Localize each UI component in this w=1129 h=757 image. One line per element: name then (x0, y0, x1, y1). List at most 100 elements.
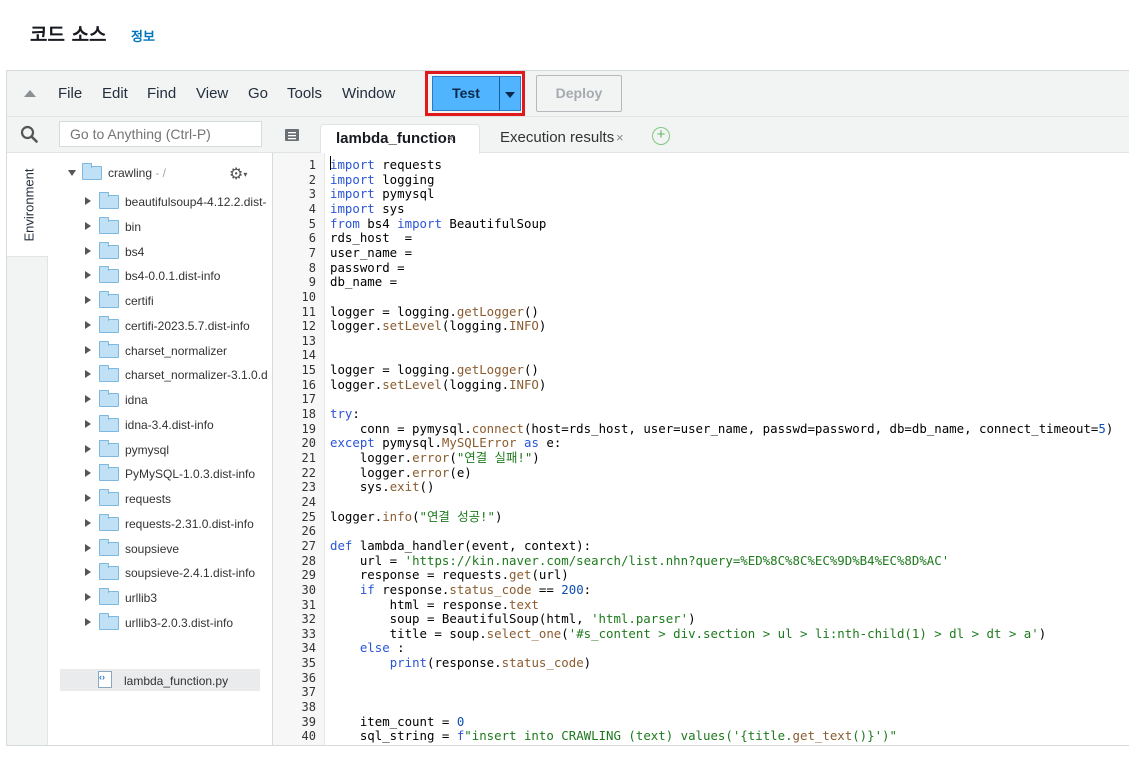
expand-right-icon[interactable] (85, 543, 91, 552)
code-line: logger.setLevel(logging.INFO) (330, 318, 547, 334)
line-number: 19 (301, 421, 316, 436)
tab-execution-results[interactable]: Execution results × (485, 124, 635, 154)
tab-lambda-function[interactable]: lambda_function × (320, 124, 480, 154)
expand-right-icon[interactable] (85, 395, 91, 403)
search-input[interactable] (59, 121, 262, 147)
tree-folder-label: bs4 (125, 244, 145, 259)
code-line: logger.error("연결 실패!") (330, 450, 540, 465)
tree-folder-item[interactable]: soupsieve (48, 538, 268, 560)
tree-folder-item[interactable]: urllib3 (48, 587, 268, 609)
environment-tab[interactable]: Environment (7, 153, 48, 257)
tree-folder-label: idna-3.4.dist-info (125, 417, 214, 432)
menu-edit[interactable]: Edit (102, 85, 128, 102)
tree-folder-label: urllib3 (125, 591, 158, 605)
code-line: sys.exit() (330, 479, 435, 495)
expand-right-icon[interactable] (85, 494, 91, 502)
expand-right-icon[interactable] (85, 345, 91, 354)
tree-folder-item[interactable]: idna (48, 389, 268, 411)
test-button[interactable]: Test (432, 76, 499, 111)
expand-right-icon[interactable] (85, 444, 91, 453)
line-number: 31 (301, 597, 316, 612)
folder-icon (99, 439, 119, 457)
expand-right-icon[interactable] (85, 246, 91, 255)
expand-right-icon[interactable] (85, 593, 91, 601)
tab-list-icon[interactable] (285, 129, 299, 141)
line-number: 13 (301, 333, 316, 348)
line-number: 29 (301, 568, 316, 583)
expand-right-icon[interactable] (85, 617, 91, 626)
folder-icon (99, 192, 119, 209)
code-line: logger.error(e) (330, 464, 472, 480)
tree-folder-item[interactable]: pymysql (48, 439, 268, 461)
code-line: logger = logging.getLogger() (330, 362, 539, 378)
expand-right-icon[interactable] (85, 568, 91, 577)
redaction-box (596, 235, 1074, 311)
tree-folder-label: bs4-0.0.1.dist-info (125, 269, 221, 284)
code-line: url = 'https://kin.naver.com/search/list… (330, 552, 950, 568)
line-number: 40 (301, 729, 316, 744)
code-line: conn = pymysql.connect(host=rds_host, us… (330, 420, 1114, 436)
line-number: 39 (301, 714, 316, 729)
folder-icon (99, 315, 119, 333)
menu-view[interactable]: View (196, 85, 228, 102)
menu-file[interactable]: File (58, 85, 82, 102)
collapse-up-icon[interactable] (24, 90, 36, 97)
search-row (7, 117, 273, 153)
tree-folder-item[interactable]: requests (48, 488, 268, 510)
deploy-button[interactable]: Deploy (536, 75, 622, 112)
line-number: 7 (308, 245, 316, 260)
expand-right-icon[interactable] (85, 320, 91, 329)
tree-folder-item[interactable]: certifi (48, 290, 268, 312)
expand-right-icon[interactable] (85, 370, 91, 379)
tree-folder-item[interactable]: beautifulsoup4-4.12.2.dist-info (48, 191, 268, 213)
expand-down-icon[interactable] (68, 170, 76, 176)
code-line: import requests (330, 157, 442, 172)
tree-folder-item[interactable]: bin (48, 216, 268, 238)
code-line: try: (330, 406, 360, 422)
tree-folder-item[interactable]: soupsieve-2.4.1.dist-info (48, 562, 268, 584)
tree-file-lambda-function[interactable]: lambda_function.py (60, 669, 260, 691)
tree-folder-item[interactable]: bs4 (48, 241, 268, 263)
tree-folder-label: charset_normalizer-3.1.0.dist-info (125, 368, 267, 383)
tree-folder-label: requests-2.31.0.dist-info (125, 516, 254, 531)
tree-folder-item[interactable]: charset_normalizer-3.1.0.dist-info (48, 364, 268, 386)
menu-go[interactable]: Go (248, 85, 268, 102)
expand-right-icon[interactable] (85, 518, 91, 527)
expand-right-icon[interactable] (85, 469, 91, 478)
tree-root-path: - / (152, 166, 167, 180)
add-tab-icon[interactable]: + (652, 127, 670, 145)
tree-folder-item[interactable]: PyMySQL-1.0.3.dist-info (48, 463, 268, 485)
expand-right-icon[interactable] (85, 197, 91, 205)
code-line: logger = logging.getLogger() (330, 303, 539, 319)
tree-folder-item[interactable]: certifi-2023.5.7.dist-info (48, 315, 268, 337)
code-line: import logging (330, 171, 435, 187)
expand-right-icon[interactable] (85, 271, 91, 280)
expand-right-icon[interactable] (85, 221, 91, 230)
line-number: 36 (301, 670, 316, 685)
line-number: 9 (308, 275, 316, 290)
gear-icon[interactable]: ⚙▾ (229, 164, 247, 184)
test-dropdown-button[interactable] (499, 76, 521, 111)
code-line: soup = BeautifulSoup(html, 'html.parser'… (330, 611, 696, 627)
close-icon[interactable]: × (447, 125, 455, 153)
tree-folder-item[interactable]: urllib3-2.0.3.dist-info (48, 612, 268, 634)
code-line: html = response.text (330, 596, 539, 612)
page-title: 코드 소스 (30, 24, 107, 46)
search-icon[interactable] (20, 125, 38, 143)
info-link[interactable]: 정보 (131, 26, 155, 45)
menu-find[interactable]: Find (147, 85, 176, 102)
menu-window[interactable]: Window (342, 85, 395, 102)
tree-folder-item[interactable]: idna-3.4.dist-info (48, 414, 268, 436)
tree-folder-item[interactable]: requests-2.31.0.dist-info (48, 513, 268, 535)
close-icon[interactable]: × (616, 124, 624, 152)
tree-folder-item[interactable]: bs4-0.0.1.dist-info (48, 265, 268, 287)
caret-down-icon (505, 92, 515, 98)
folder-icon (99, 414, 119, 432)
expand-right-icon[interactable] (85, 419, 91, 428)
menu-tools[interactable]: Tools (287, 85, 322, 102)
tree-folder-item[interactable]: charset_normalizer (48, 340, 268, 362)
line-number: 5 (308, 216, 316, 231)
environment-tab-label: Environment (21, 168, 37, 242)
expand-right-icon[interactable] (85, 296, 91, 304)
line-number: 8 (308, 260, 316, 275)
